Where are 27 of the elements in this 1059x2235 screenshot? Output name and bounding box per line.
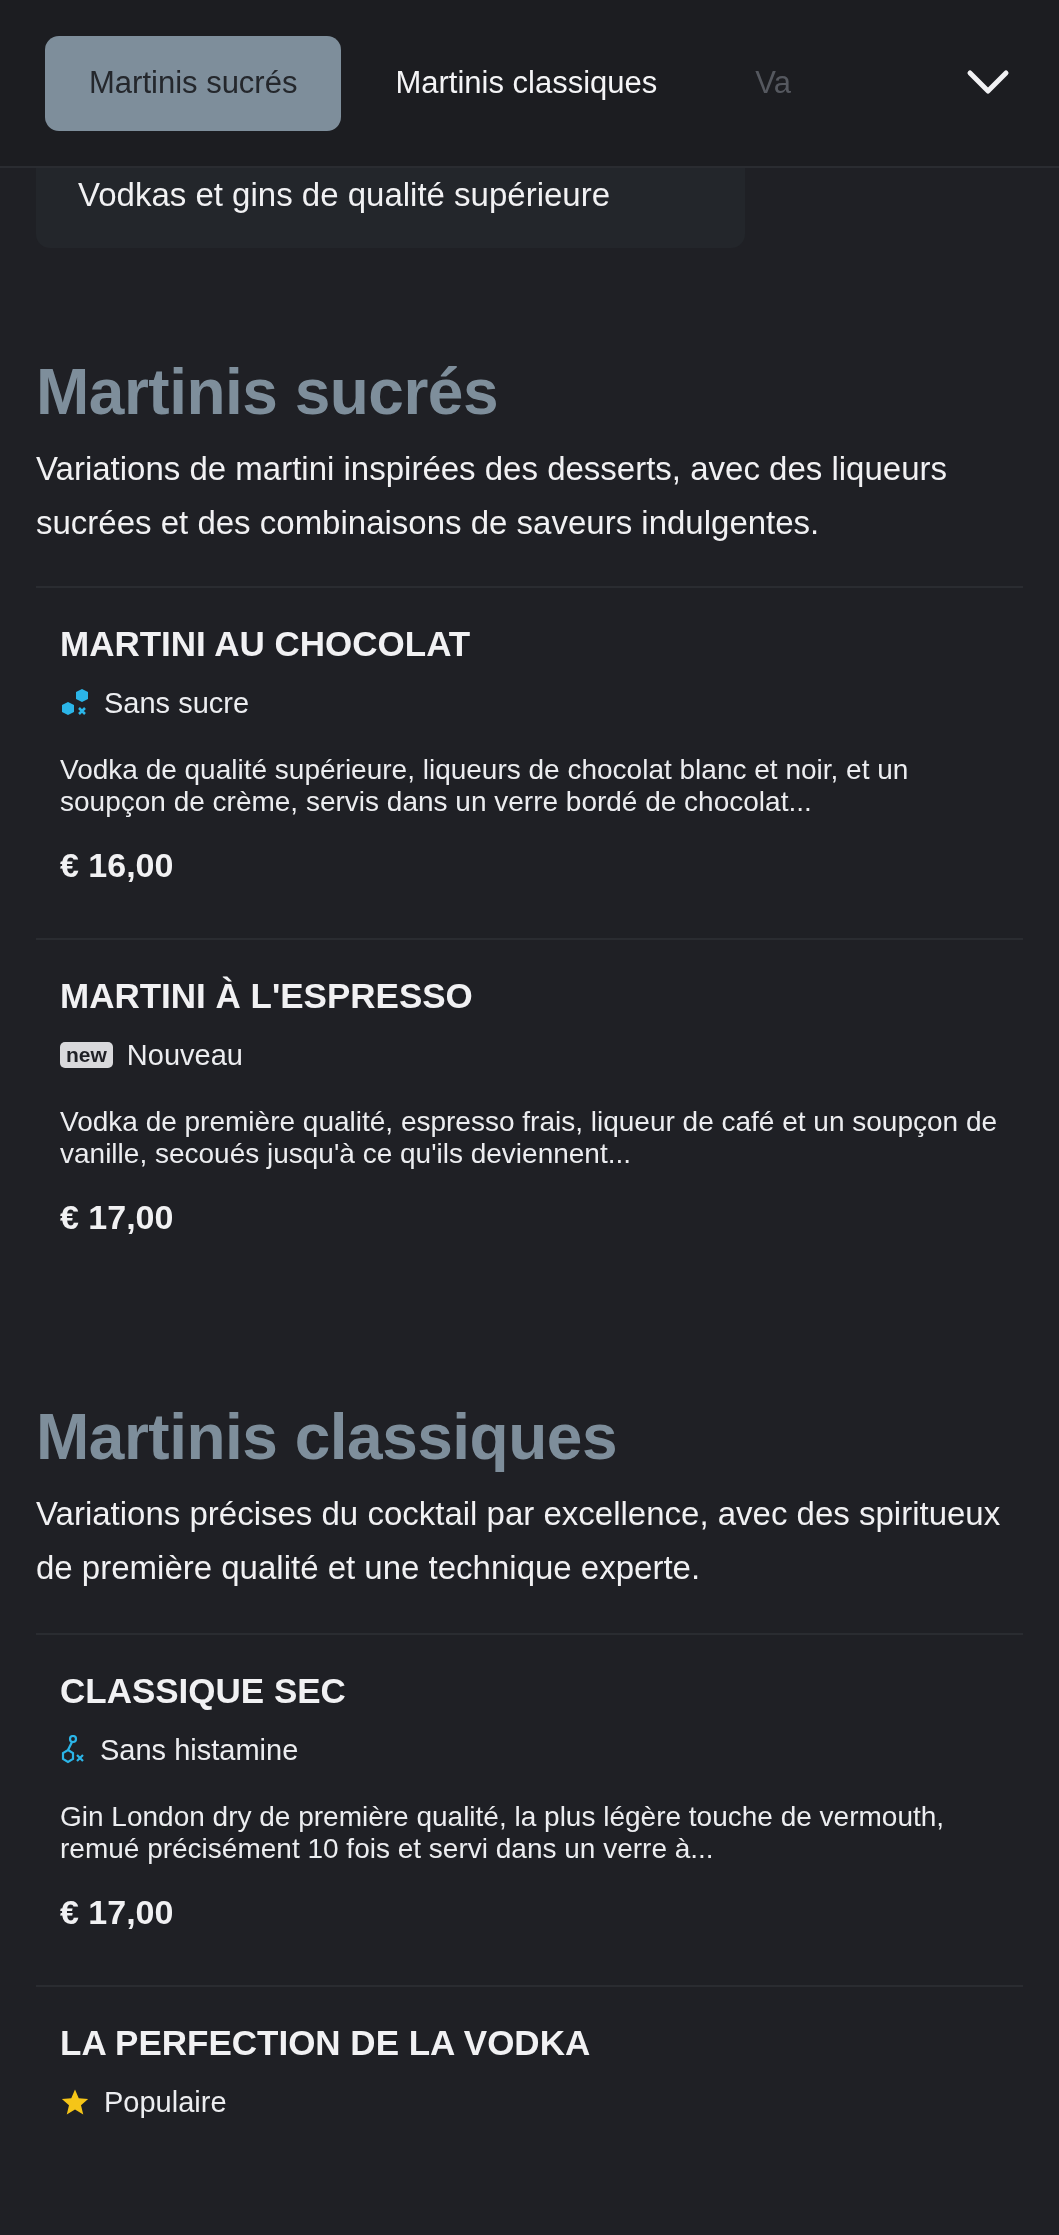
item-description: Vodka de qualité supérieure, liqueurs de chocolat blanc et noir, et un soupçon de crème, servis dans un verre bordé de chocolat... bbox=[60, 754, 910, 818]
item-tag: Nouveau bbox=[126, 1038, 243, 1072]
item-name: CLASSIQUE SEC bbox=[60, 1673, 347, 1708]
category-tab[interactable]: Martinis classiques bbox=[351, 35, 702, 131]
section-description: Variations de martini inspirées des desserts, avec des liqueurs sucrées et des combinaisons de saveurs indulgentes. bbox=[36, 449, 948, 543]
menu-item-card[interactable]: CLASSIQUE SEC Sans histamine Gin London dry de première qualité, la plus légère touche de vermouth, remué précisément 10 fois et servi dans un verre à... € 17,00 bbox=[36, 1633, 1023, 1985]
item-description: Gin London dry de première qualité, la plus légère touche de vermouth, remué précisément 10 fois et servi dans un verre à... bbox=[60, 1801, 946, 1865]
subcategory-chip[interactable]: Vodkas et gins de qualité supérieure bbox=[36, 166, 745, 248]
sugar-cubes-icon bbox=[60, 688, 90, 718]
item-name: MARTINI À L'ESPRESSO bbox=[60, 978, 474, 1013]
molecule-icon bbox=[60, 1735, 86, 1765]
section-description: Variations précises du cocktail par excellence, avec des spiritueux de première qualité et une technique experte. bbox=[36, 1494, 1002, 1588]
item-tag: Sans histamine bbox=[100, 1733, 299, 1767]
item-description: Vodka de première qualité, espresso frais, liqueur de café et un soupçon de vanille, secoués jusqu'à ce qu'ils deviennent... bbox=[60, 1106, 999, 1170]
item-price: € 17,00 bbox=[60, 1198, 175, 1237]
item-tag: Sans sucre bbox=[104, 686, 250, 720]
item-tag: Populaire bbox=[104, 2085, 227, 2119]
item-price: € 16,00 bbox=[60, 846, 175, 885]
menu-item-card[interactable]: MARTINI AU CHOCOLAT Sans sucre Vodka de qualité supérieure, liqueurs de chocolat blanc et noir, et un soupçon de crème, servis dans un verre bordé de chocolat... € 16,00 bbox=[36, 586, 1023, 938]
menu-item-card[interactable]: LA PERFECTION DE LA VODKA Populaire bbox=[36, 1985, 1023, 2119]
item-price: € 17,00 bbox=[60, 1893, 175, 1932]
section-title: Martinis sucrés bbox=[36, 360, 500, 424]
category-tab[interactable]: Martinis sucrés bbox=[45, 35, 342, 131]
item-name: LA PERFECTION DE LA VODKA bbox=[60, 2025, 592, 2060]
item-name: MARTINI AU CHOCOLAT bbox=[60, 626, 472, 661]
new-badge: new bbox=[60, 1042, 113, 1068]
menu-item-card[interactable]: MARTINI À L'ESPRESSO new Nouveau Vodka de première qualité, espresso frais, liqueur de café et un soupçon de vanille, secoués jusqu'à ce qu'ils deviennent... € 17,00 bbox=[36, 938, 1023, 1290]
